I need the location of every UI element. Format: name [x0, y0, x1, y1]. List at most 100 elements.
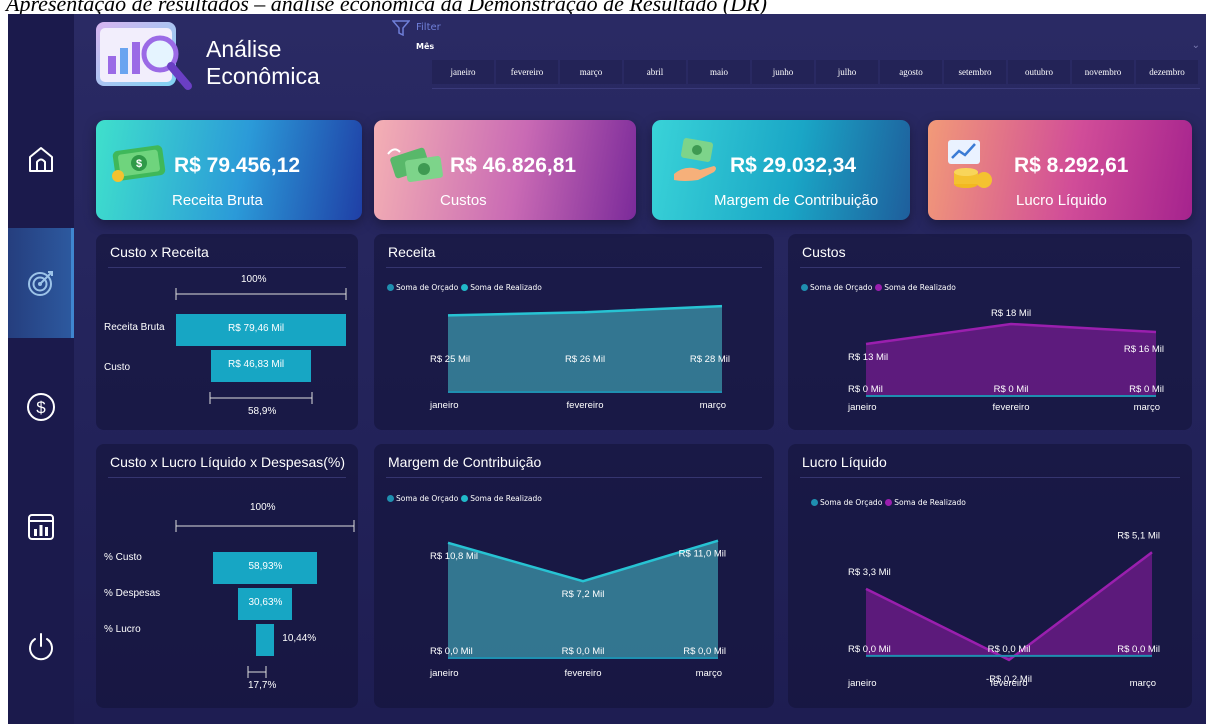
- percent-label: 58,9%: [248, 406, 277, 417]
- kpi-label: Margem de Contribuição: [714, 192, 879, 209]
- data-label-realizado: R$ 28 Mil: [690, 354, 730, 365]
- data-label-orcado: R$ 0,0 Mil: [683, 646, 726, 657]
- panel-lucro: Lucro Líquido Soma de Orçado Soma de Real…: [788, 444, 1192, 708]
- data-label-realizado: R$ 7,2 Mil: [562, 589, 605, 600]
- x-tick-label: março: [700, 400, 726, 411]
- area-chart-margem: R$ 10,8 Mil R$ 0,0 Mil janeiro R$ 7,2 Mil R$…: [429, 539, 726, 679]
- x-tick-label: março: [1134, 402, 1160, 413]
- month-option-maio[interactable]: maio: [688, 60, 750, 84]
- sidebar: $: [8, 14, 74, 724]
- month-option-junho[interactable]: junho: [752, 60, 814, 84]
- x-tick-label: janeiro: [429, 400, 459, 411]
- target-icon: [28, 271, 53, 296]
- bar-value-label: 10,44%: [282, 633, 317, 644]
- data-label-realizado: R$ 5,1 Mil: [1117, 530, 1160, 541]
- title-line-1: Análise: [206, 36, 282, 62]
- area-chart-receita: R$ 25 Mil janeiro R$ 26 Mil fevereiro R$ 28 …: [429, 304, 730, 411]
- bar-value-label: R$ 79,46 Mil: [228, 323, 285, 334]
- data-label-orcado: R$ 0,0 Mil: [988, 644, 1031, 655]
- kpi-value: R$ 79.456,12: [174, 154, 301, 177]
- svg-text:$: $: [136, 158, 142, 170]
- area-chart-lucro: R$ 3,3 MilR$ 0,0 Miljaneiro -R$ 0,2 MilR$…: [847, 530, 1160, 689]
- x-tick-label: janeiro: [847, 402, 877, 413]
- dollar-icon: $: [27, 393, 55, 421]
- nav-calendar[interactable]: [8, 472, 74, 582]
- row-label: % Despesas: [104, 588, 161, 599]
- kpi-label: Lucro Líquido: [1016, 192, 1107, 209]
- data-label-realizado: R$ 25 Mil: [430, 354, 470, 365]
- x-tick-label: janeiro: [429, 668, 459, 679]
- calendar-chart-icon: [28, 514, 54, 540]
- panel-despesas: Custo x Lucro Líquido x Despesas(%) 100%…: [96, 444, 358, 708]
- data-label-realizado: R$ 26 Mil: [565, 354, 605, 365]
- month-option-novembro[interactable]: novembro: [1072, 60, 1134, 84]
- bar-value-label: 30,63%: [248, 597, 283, 608]
- kpi-value: R$ 29.032,34: [730, 154, 857, 177]
- row-label: Custo: [104, 362, 131, 373]
- power-icon: [29, 633, 53, 661]
- data-label-realizado: R$ 13 Mil: [848, 352, 888, 363]
- bar-value-label: 58,93%: [248, 561, 283, 572]
- x-tick-label: março: [1130, 678, 1156, 689]
- row-label: % Custo: [104, 552, 142, 563]
- svg-text:$: $: [36, 398, 46, 417]
- funnel-bar[interactable]: [255, 624, 275, 656]
- flying-money-icon: [387, 147, 443, 183]
- kpi-custos: R$ 46.826,81 Custos: [374, 120, 636, 220]
- month-option-abril[interactable]: abril: [624, 60, 686, 84]
- kpi-value: R$ 46.826,81: [450, 154, 577, 177]
- month-option-fevereiro[interactable]: fevereiro: [496, 60, 558, 84]
- row-label: % Lucro: [104, 624, 141, 635]
- kpi-label: Receita Bruta: [172, 192, 263, 209]
- nav-target[interactable]: [8, 228, 74, 338]
- percent-label: 17,7%: [248, 680, 277, 691]
- nav-logout[interactable]: [8, 592, 74, 702]
- divider: [432, 88, 1200, 89]
- month-slicer: janeiro fevereiro março abril maio junho julho…: [432, 60, 1200, 84]
- month-option-janeiro[interactable]: janeiro: [432, 60, 494, 84]
- kpi-label: Custos: [440, 192, 487, 209]
- chevron-down-icon[interactable]: ⌄: [1192, 40, 1200, 51]
- x-tick-label: fevereiro: [993, 402, 1030, 413]
- month-option-outubro[interactable]: outubro: [1008, 60, 1070, 84]
- growth-coins-icon: [948, 140, 992, 188]
- data-label-orcado: R$ 0 Mil: [848, 384, 883, 395]
- area-chart-custos: R$ 13 Mil R$ 0 Mil janeiro R$ 18 Mil R$ 0 Mi…: [847, 308, 1164, 413]
- panel-receita: Receita Soma de Orçado Soma de Realizado …: [374, 234, 774, 430]
- title-line-2: Econômica: [206, 63, 320, 89]
- nav-finance[interactable]: $: [8, 352, 74, 462]
- document-caption: Apresentação de resultados – análise eco…: [0, 0, 1206, 14]
- dashboard: $ Análise Econômica Filter Mês ⌄ janeiro…: [8, 14, 1206, 724]
- row-label: Receita Bruta: [104, 322, 165, 333]
- money-hand-icon: [674, 138, 716, 181]
- analysis-logo-icon: [96, 22, 192, 90]
- month-option-dezembro[interactable]: dezembro: [1136, 60, 1198, 84]
- data-label-orcado: R$ 0,0 Mil: [848, 644, 891, 655]
- money-bill-icon: $: [112, 145, 166, 182]
- month-option-agosto[interactable]: agosto: [880, 60, 942, 84]
- month-option-julho[interactable]: julho: [816, 60, 878, 84]
- panel-margem: Margem de Contribuição Soma de Orçado Som…: [374, 444, 774, 708]
- x-tick-label: fevereiro: [565, 668, 602, 679]
- filter-icon[interactable]: [392, 20, 410, 36]
- data-label-orcado: R$ 0 Mil: [994, 384, 1029, 395]
- month-option-março[interactable]: março: [560, 60, 622, 84]
- filter-label: Filter: [416, 22, 441, 33]
- data-label-orcado: R$ 0,0 Mil: [1117, 644, 1160, 655]
- data-label-realizado: R$ 11,0 Mil: [679, 549, 726, 560]
- kpi-value: R$ 8.292,61: [1014, 154, 1129, 177]
- x-tick-label: janeiro: [847, 678, 877, 689]
- month-option-setembro[interactable]: setembro: [944, 60, 1006, 84]
- panel-custos: Custos Soma de Orçado Soma de Realizado R…: [788, 234, 1192, 430]
- kpi-lucro-liquido: R$ 8.292,61 Lucro Líquido: [928, 120, 1192, 220]
- nav-home[interactable]: [8, 104, 74, 214]
- x-tick-label: fevereiro: [991, 678, 1028, 689]
- data-label-orcado: R$ 0 Mil: [1129, 384, 1164, 395]
- bar-value-label: R$ 46,83 Mil: [228, 359, 285, 370]
- app-title: Análise Econômica: [206, 36, 320, 90]
- caption-text: Apresentação de resultados – análise eco…: [6, 0, 767, 14]
- filter-field-label: Mês: [416, 42, 435, 51]
- kpi-receita-bruta: $ R$ 79.456,12 Receita Bruta: [96, 120, 362, 220]
- area-fill: [448, 306, 722, 392]
- data-label-orcado: R$ 0,0 Mil: [562, 646, 605, 657]
